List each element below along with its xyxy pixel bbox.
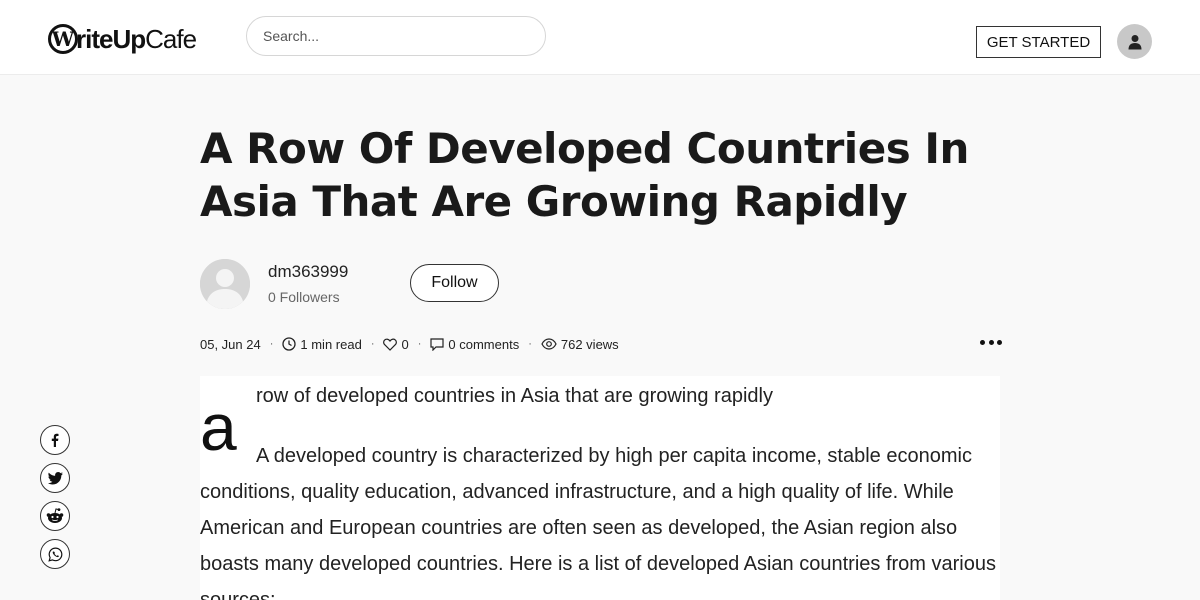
site-logo[interactable]: W riteUp Cafe	[48, 22, 197, 56]
comment-count: 0 comments	[448, 336, 520, 352]
share-facebook-button[interactable]	[40, 425, 70, 455]
comments-link[interactable]: 0 comments	[430, 337, 519, 352]
separator: ·	[370, 338, 375, 350]
more-dot	[997, 339, 1002, 345]
share-whatsapp-button[interactable]	[40, 539, 70, 569]
search-input[interactable]	[246, 16, 546, 56]
facebook-icon	[51, 433, 59, 447]
user-icon	[1128, 34, 1141, 49]
default-avatar-icon	[200, 259, 250, 309]
follow-button[interactable]: Follow	[410, 264, 499, 302]
separator: ·	[417, 338, 422, 350]
read-time-label: 1 min read	[300, 336, 362, 352]
logo-mark-icon: W	[48, 24, 78, 54]
article-paragraph: A developed country is characterized by …	[200, 445, 996, 600]
article-title: A Row Of Developed Countries In Asia Tha…	[200, 124, 969, 226]
follower-count: 0 Followers	[268, 289, 340, 305]
article-body: a row of developed countries in Asia tha…	[200, 376, 1000, 600]
view-count: 762 views	[541, 337, 619, 352]
author-name[interactable]: dm363999	[268, 262, 348, 282]
site-header: W riteUp Cafe GET STARTED	[0, 0, 1200, 75]
more-dot	[988, 339, 994, 345]
logo-text-light: Cafe	[145, 23, 197, 54]
share-twitter-button[interactable]	[40, 463, 70, 493]
like-count: 0	[401, 336, 409, 352]
article-heading-line: row of developed countries in Asia that …	[256, 385, 773, 407]
separator: ·	[269, 338, 274, 350]
like-button[interactable]: 0	[383, 336, 409, 352]
separator: ·	[528, 338, 532, 350]
account-button[interactable]	[1117, 24, 1152, 59]
whatsapp-icon	[47, 546, 62, 562]
share-reddit-button[interactable]	[40, 501, 70, 531]
reddit-icon	[46, 508, 64, 523]
comment-icon	[430, 337, 444, 351]
heart-icon	[383, 338, 398, 351]
twitter-icon	[47, 471, 63, 484]
logo-text-bold: riteUp	[76, 23, 146, 54]
publish-date: 05, Jun 24	[200, 336, 261, 352]
get-started-button[interactable]: GET STARTED	[976, 26, 1101, 58]
more-dot	[980, 339, 985, 345]
author-avatar[interactable]	[200, 259, 250, 309]
eye-icon	[541, 338, 557, 350]
read-time: 1 min read	[282, 336, 362, 352]
more-options-button[interactable]	[980, 334, 1002, 350]
clock-icon	[282, 337, 297, 351]
view-count-label: 762 views	[560, 336, 619, 352]
article-meta: 05, Jun 24 · 1 min read · 0 · 0 comments…	[200, 335, 619, 353]
